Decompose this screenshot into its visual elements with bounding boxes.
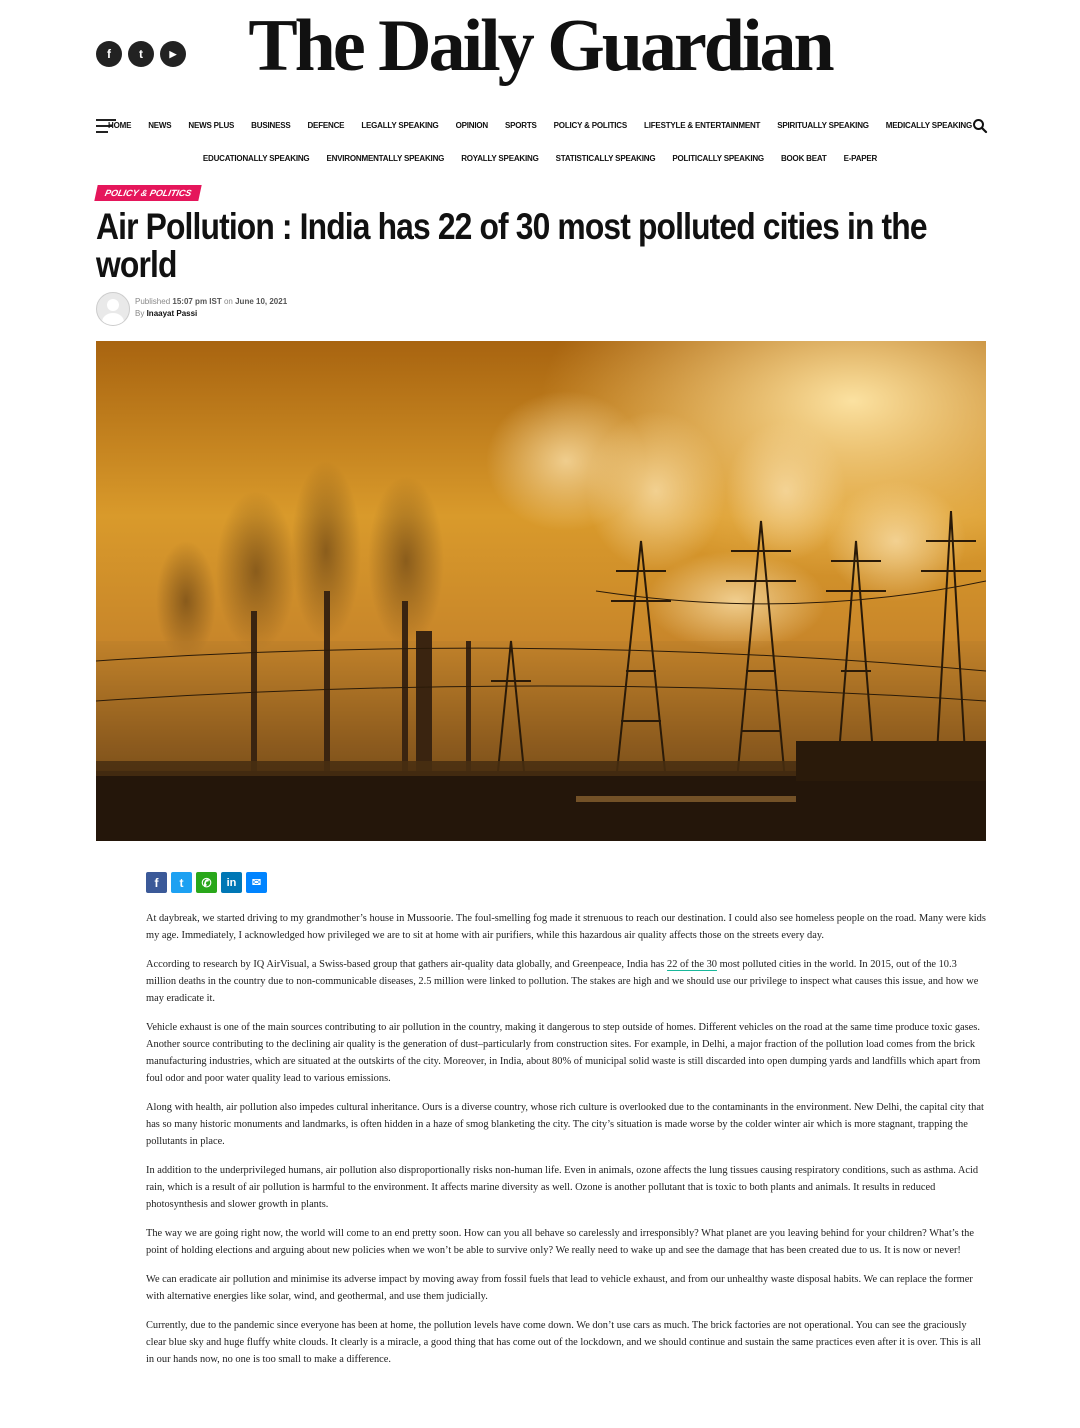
linkedin-share-icon[interactable]: in bbox=[221, 872, 242, 893]
paragraph-3: Vehicle exhaust is one of the main sourc… bbox=[146, 1022, 981, 1084]
paragraph-6: The way we are going right now, the worl… bbox=[146, 1228, 974, 1256]
paragraph-2-text: According to research by IQ AirVisual, a… bbox=[146, 959, 668, 970]
site-logo[interactable]: The Daily Guardian bbox=[0, 4, 1080, 89]
nav-item-environmentally-speaking[interactable]: ENVIRONMENTALLY SPEAKING bbox=[326, 154, 444, 163]
paragraph-5: In addition to the underprivileged human… bbox=[146, 1165, 979, 1210]
nav-item-defence[interactable]: DEFENCE bbox=[307, 121, 344, 130]
nav-item-e-paper[interactable]: E-PAPER bbox=[844, 154, 878, 163]
messenger-share-icon[interactable]: ✉ bbox=[246, 872, 267, 893]
author-avatar[interactable] bbox=[96, 292, 130, 326]
nav-item-medically-speaking[interactable]: MEDICALLY SPEAKING bbox=[886, 121, 972, 130]
article-title: Air Pollution : India has 22 of 30 most … bbox=[96, 206, 928, 285]
avatar-silhouette-icon bbox=[102, 299, 124, 325]
by-label: By bbox=[135, 309, 145, 318]
main-nav-row-1: HOME NEWS NEWS PLUS BUSINESS DEFENCE LEG… bbox=[108, 121, 972, 130]
paragraph-4: Along with health, air pollution also im… bbox=[146, 1102, 984, 1147]
category-badge[interactable]: POLICY & POLITICS bbox=[94, 185, 203, 201]
nav-item-news-plus[interactable]: NEWS PLUS bbox=[188, 121, 234, 130]
nav-item-lifestyle[interactable]: LIFESTYLE & ENTERTAINMENT bbox=[644, 121, 760, 130]
facebook-share-icon[interactable]: f bbox=[146, 872, 167, 893]
nav-item-royally-speaking[interactable]: ROYALLY SPEAKING bbox=[461, 154, 539, 163]
main-nav-row-2: EDUCATIONALLY SPEAKING ENVIRONMENTALLY S… bbox=[140, 154, 940, 163]
nav-item-book-beat[interactable]: BOOK BEAT bbox=[781, 154, 827, 163]
nav-item-spiritually-speaking[interactable]: SPIRITUALLY SPEAKING bbox=[777, 121, 869, 130]
nav-item-opinion[interactable]: OPINION bbox=[456, 121, 489, 130]
nav-item-policy-politics[interactable]: POLICY & POLITICS bbox=[554, 121, 628, 130]
nav-item-politically-speaking[interactable]: POLITICALLY SPEAKING bbox=[672, 154, 764, 163]
search-icon[interactable] bbox=[972, 118, 988, 134]
nav-item-business[interactable]: BUSINESS bbox=[251, 121, 291, 130]
paragraph-2: According to research by IQ AirVisual, a… bbox=[146, 956, 986, 1007]
nav-item-news[interactable]: NEWS bbox=[148, 121, 171, 130]
on-label: on bbox=[223, 297, 233, 306]
published-label: Published bbox=[135, 297, 171, 306]
article-body: At daybreak, we started driving to my gr… bbox=[146, 910, 986, 1380]
publish-date: June 10, 2021 bbox=[235, 297, 288, 306]
author-name[interactable]: Inaayat Passi bbox=[147, 309, 198, 318]
share-bar: f t ✆ in ✉ bbox=[146, 872, 267, 893]
nav-item-educationally-speaking[interactable]: EDUCATIONALLY SPEAKING bbox=[203, 154, 310, 163]
article-meta: Published 15:07 pm IST on June 10, 2021 … bbox=[135, 296, 287, 320]
whatsapp-share-icon[interactable]: ✆ bbox=[196, 872, 217, 893]
twitter-share-icon[interactable]: t bbox=[171, 872, 192, 893]
paragraph-1: At daybreak, we started driving to my gr… bbox=[146, 913, 986, 941]
paragraph-7: We can eradicate air pollution and minim… bbox=[146, 1274, 973, 1302]
article-link-22-of-30[interactable]: 22 of the 30 bbox=[667, 959, 717, 970]
nav-item-home[interactable]: HOME bbox=[108, 121, 131, 130]
publish-time: 15:07 pm IST bbox=[172, 297, 222, 306]
hero-image bbox=[96, 341, 986, 841]
nav-item-statistically-speaking[interactable]: STATISTICALLY SPEAKING bbox=[556, 154, 656, 163]
nav-item-sports[interactable]: SPORTS bbox=[505, 121, 537, 130]
paragraph-8: Currently, due to the pandemic since eve… bbox=[146, 1320, 981, 1365]
nav-item-legally-speaking[interactable]: LEGALLY SPEAKING bbox=[361, 121, 438, 130]
